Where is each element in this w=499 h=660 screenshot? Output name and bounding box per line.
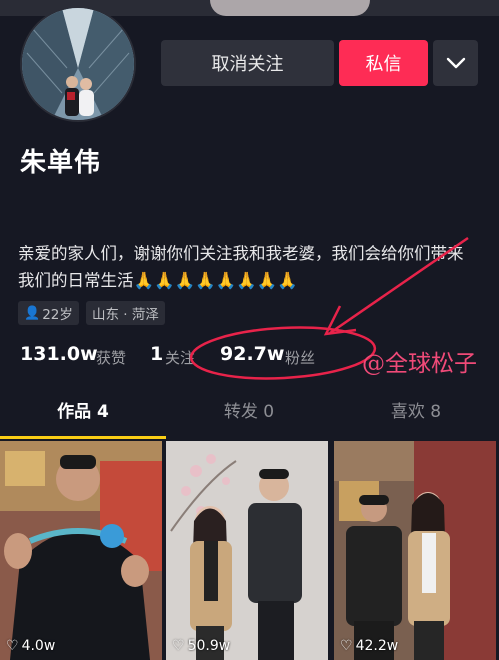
profile-bio: 亲爱的家人们，谢谢你们关注我和我老婆，我们会给你们带来我们的日常生活🙏🙏🙏🙏🙏🙏… [18, 244, 464, 290]
video-likes: ♡ 42.2w [340, 638, 399, 654]
content-tabs: 作品 4 转发 0 喜欢 8 [0, 395, 499, 437]
avatar[interactable] [20, 6, 136, 122]
following-label[interactable]: 关注 [165, 347, 195, 368]
age-tag: 👤 22岁 [18, 301, 79, 325]
tab-likes[interactable]: 喜欢 8 [333, 395, 499, 429]
more-button[interactable] [433, 40, 478, 86]
active-tab-indicator [0, 436, 166, 439]
tab-reposts[interactable]: 转发 0 [166, 395, 332, 429]
unfollow-button[interactable]: 取消关注 [161, 40, 334, 86]
watermark: @全球松子 [362, 351, 477, 377]
heart-icon: ♡ [172, 638, 185, 654]
heart-icon: ♡ [340, 638, 353, 654]
video-likes: ♡ 50.9w [172, 638, 231, 654]
likes-count: 131.0w [20, 343, 98, 365]
heart-icon: ♡ [6, 638, 19, 654]
age-text: 22岁 [42, 307, 73, 323]
tab-works[interactable]: 作品 4 [0, 395, 166, 429]
chevron-down-icon [446, 57, 465, 69]
video-thumbnail[interactable]: ♡ 4.0w [0, 441, 162, 660]
message-button[interactable]: 私信 [339, 40, 428, 86]
followers-label[interactable]: 粉丝 [285, 347, 315, 368]
person-icon: 👤 [24, 305, 41, 321]
location-text: 山东 · 菏泽 [92, 307, 159, 323]
video-thumbnail[interactable]: ♡ 50.9w [166, 441, 328, 660]
video-thumbnail[interactable]: ♡ 42.2w [334, 441, 496, 660]
cover-image [210, 0, 370, 16]
followers-count[interactable]: 92.7w [220, 343, 284, 365]
profile-name: 朱单伟 [20, 148, 102, 178]
likes-label: 获赞 [96, 349, 127, 367]
following-count[interactable]: 1 [150, 343, 163, 365]
location-tag: 山东 · 菏泽 [86, 301, 165, 325]
video-likes: ♡ 4.0w [6, 638, 56, 654]
